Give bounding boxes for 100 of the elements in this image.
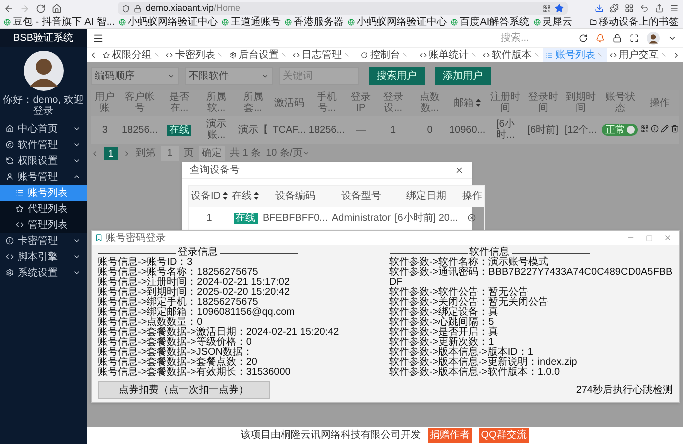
menu-item[interactable]: 权限设置 (0, 153, 87, 169)
page-tab[interactable]: 日志管理 (290, 48, 354, 62)
bookmark-link[interactable]: 香港服务器 (285, 18, 344, 28)
menu-icon (6, 157, 14, 165)
menu-item[interactable]: 账号管理 (0, 169, 87, 185)
share-icon[interactable] (655, 4, 664, 13)
info-line: 账号信息->套餐数据->等级价格：0 (98, 338, 253, 348)
download-icon[interactable] (595, 4, 604, 13)
column-header: 账号状态 (600, 90, 641, 116)
table-cell: 10960... (448, 116, 487, 144)
info-line: 软件参数->通讯密码：BBB7B227Y7433A74C0C489CD0A5FBBDF (390, 268, 673, 288)
address-bar[interactable]: demo.xiaoant.vip/Home (118, 2, 568, 15)
order-select[interactable]: 编码顺序 (91, 67, 179, 85)
goto-label: 到第 (136, 147, 156, 161)
dropdown-icon (262, 72, 269, 80)
table-cell: 演示【 (234, 116, 272, 144)
column-header: 点数数... (412, 90, 448, 116)
menu-icon (6, 269, 14, 277)
submenu-icon (16, 189, 24, 197)
site-icon (4, 19, 11, 26)
info-line: 软件参数->关闭公告：暂无关闭公告 (390, 298, 550, 308)
mobile-bookmarks-link[interactable]: 移动设备上的书签 (590, 18, 679, 28)
scroll-left-icon[interactable] (89, 50, 98, 60)
page-tab[interactable]: 软件版本 (480, 48, 544, 62)
back-icon[interactable] (4, 4, 14, 14)
search-button[interactable]: 搜索用户 (369, 67, 425, 85)
bookmark-link[interactable]: 豆包 - 抖音旗下 AI 智... (4, 18, 116, 28)
info-line: 软件参数->心跳间隔：5 (390, 318, 494, 328)
bookmark-link[interactable]: 小蚂蚁网络验证中心 (119, 18, 218, 28)
table-cell: 3 (91, 116, 120, 144)
online-badge: 在线 (234, 213, 258, 224)
menu-icon (6, 253, 14, 261)
add-button[interactable]: 添加用户 (435, 67, 491, 85)
software-select[interactable]: 不限软件 (185, 67, 273, 85)
bookmark-link[interactable]: 小蚂蚁网络验证中心 (348, 18, 448, 28)
table-cell: 1 (374, 116, 412, 144)
info-line: 软件参数->软件公告：暂无公告 (390, 288, 529, 298)
edit-icon[interactable] (660, 124, 669, 132)
qr-icon[interactable] (543, 4, 551, 12)
column-header: 在线 (230, 186, 261, 207)
fullscreen-icon[interactable] (630, 34, 639, 42)
info-line: 账号信息->注册时间：2024-02-21 15:17:02 (98, 278, 292, 288)
info-line: 软件参数->版本信息->软件版本：1.0.0 (390, 368, 560, 378)
submenu-item[interactable]: 代理列表 (0, 201, 87, 217)
menu-icon (6, 237, 14, 245)
page-tab[interactable]: 权限分组 (100, 48, 164, 62)
lock-icon[interactable] (613, 34, 622, 42)
menu-item[interactable]: 卡密管理 (0, 233, 87, 249)
page-tab[interactable]: 后台设置 (226, 48, 290, 62)
page-tab[interactable]: 卡密列表 (163, 48, 227, 62)
next-page-icon[interactable] (123, 150, 131, 158)
close-icon[interactable] (455, 166, 464, 174)
menu-icon[interactable] (670, 4, 679, 13)
previous-page-icon[interactable] (91, 150, 99, 158)
page-button[interactable]: 1 (104, 147, 118, 160)
table-cell: 1 (188, 207, 230, 230)
site-icon (348, 19, 356, 26)
bookmark-star-icon[interactable] (555, 4, 564, 13)
tab-icon (610, 52, 617, 58)
column-header: 操作 (640, 90, 679, 116)
heartbeat-text: 274秒后执行心跳检测 (576, 384, 673, 398)
menu-icon (6, 173, 14, 181)
total-count: 共 1 条 (230, 146, 262, 161)
table-cell: BFEBFBFF0... (261, 207, 330, 230)
menu-icon (6, 125, 14, 133)
bookmark-link[interactable]: 王道通账号 (222, 18, 282, 28)
page-tab[interactable]: 用户交互 (606, 48, 670, 62)
menu-item[interactable]: 系统设置 (0, 265, 87, 281)
info-line: 账号信息->套餐数据->JSON数据： (98, 348, 254, 358)
undo-icon[interactable] (640, 4, 649, 13)
unbind-icon[interactable] (468, 214, 476, 222)
status-toggle[interactable]: 正常 (602, 124, 638, 136)
column-header: 登录IP (346, 90, 375, 116)
delete-icon[interactable] (670, 124, 679, 132)
submenu-item[interactable]: 管理列表 (0, 217, 87, 233)
menu-item[interactable]: 软件管理 (0, 137, 87, 153)
extension-icon[interactable] (610, 4, 619, 13)
bookmark-link[interactable]: 百度AI解答系统 (451, 18, 530, 28)
deduct-points-button[interactable]: 点券扣费（点一次扣一点券） (98, 381, 270, 399)
bookmark-link[interactable]: 灵犀云 (534, 18, 573, 28)
refresh-icon[interactable] (579, 34, 588, 42)
sort-icon[interactable] (254, 192, 259, 200)
home-icon[interactable] (52, 4, 62, 14)
page-tab[interactable]: 控制台 (353, 48, 417, 62)
column-header: 是否在... (160, 90, 198, 116)
page-tab[interactable]: 账单统计 (416, 48, 480, 62)
site-icon (451, 19, 458, 26)
sidebar-toggle-icon[interactable] (93, 32, 104, 44)
info-icon[interactable] (650, 124, 659, 132)
tab-icon (166, 52, 174, 58)
sort-icon[interactable] (476, 98, 482, 107)
column-header: 设备型号 (330, 186, 393, 207)
table-cell: [6小时... (486, 116, 525, 144)
reload-icon[interactable] (36, 4, 46, 14)
notification-icon[interactable] (596, 34, 605, 42)
menu-item[interactable]: 中心首页 (0, 121, 87, 137)
sort-icon[interactable] (223, 192, 228, 200)
dropdown-icon (168, 72, 175, 80)
menu-item[interactable]: 脚本引擎 (0, 249, 87, 265)
page-unit: 页 (184, 147, 194, 161)
